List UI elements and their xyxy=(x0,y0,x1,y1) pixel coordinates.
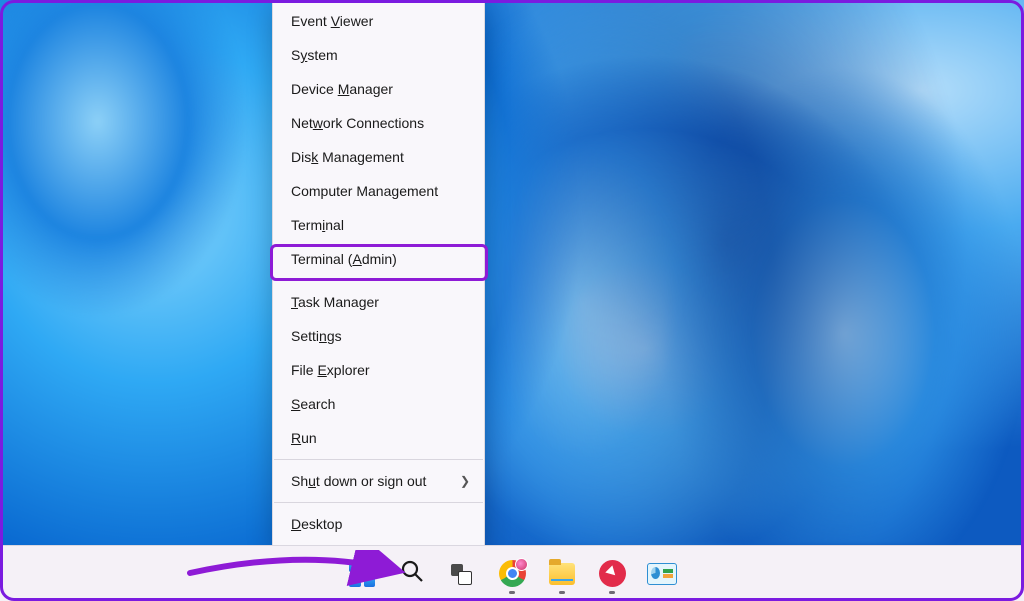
menu-item-label: Run xyxy=(291,430,317,446)
desktop-wallpaper xyxy=(0,0,1024,545)
menu-separator xyxy=(274,459,483,460)
chrome-icon xyxy=(499,560,526,587)
menu-item-label: Disk Management xyxy=(291,149,404,165)
menu-item-device-manager[interactable]: Device Manager xyxy=(273,72,484,106)
menu-item-terminal-admin[interactable]: Terminal (Admin) xyxy=(273,242,484,276)
start-button[interactable] xyxy=(339,551,385,597)
search-icon xyxy=(400,559,424,588)
taskbar xyxy=(0,545,1024,601)
task-view-icon xyxy=(451,563,473,585)
taskbar-app-control-panel[interactable] xyxy=(639,551,685,597)
menu-item-run[interactable]: Run xyxy=(273,421,484,455)
chevron-right-icon: ❯ xyxy=(460,474,470,488)
menu-item-search[interactable]: Search xyxy=(273,387,484,421)
menu-item-task-manager[interactable]: Task Manager xyxy=(273,285,484,319)
menu-item-network-connections[interactable]: Network Connections xyxy=(273,106,484,140)
menu-item-label: File Explorer xyxy=(291,362,370,378)
menu-item-label: Terminal (Admin) xyxy=(291,251,397,267)
menu-item-disk-management[interactable]: Disk Management xyxy=(273,140,484,174)
menu-separator xyxy=(274,280,483,281)
menu-item-label: System xyxy=(291,47,338,63)
menu-item-label: Terminal xyxy=(291,217,344,233)
taskbar-app-chrome[interactable] xyxy=(489,551,535,597)
menu-item-label: Task Manager xyxy=(291,294,379,310)
menu-item-label: Desktop xyxy=(291,516,342,532)
menu-item-system[interactable]: System xyxy=(273,38,484,72)
folder-icon xyxy=(549,563,575,585)
menu-item-shut-down-or-sign-out[interactable]: Shut down or sign out ❯ xyxy=(273,464,484,498)
menu-item-label: Computer Management xyxy=(291,183,438,199)
menu-item-label: Shut down or sign out xyxy=(291,473,426,489)
menu-item-label: Event Viewer xyxy=(291,13,373,29)
control-panel-icon xyxy=(647,563,677,585)
power-user-menu: Event Viewer System Device Manager Network … xyxy=(272,0,485,546)
taskbar-app-file-explorer[interactable] xyxy=(539,551,585,597)
menu-separator xyxy=(274,502,483,503)
menu-item-label: Device Manager xyxy=(291,81,393,97)
menu-item-computer-management[interactable]: Computer Management xyxy=(273,174,484,208)
menu-item-desktop[interactable]: Desktop xyxy=(273,507,484,541)
menu-item-file-explorer[interactable]: File Explorer xyxy=(273,353,484,387)
send-icon xyxy=(599,560,626,587)
windows-logo-icon xyxy=(349,561,375,587)
taskbar-app-media[interactable] xyxy=(589,551,635,597)
menu-item-label: Settings xyxy=(291,328,342,344)
task-view-button[interactable] xyxy=(439,551,485,597)
menu-item-label: Network Connections xyxy=(291,115,424,131)
menu-item-terminal[interactable]: Terminal xyxy=(273,208,484,242)
search-button[interactable] xyxy=(389,551,435,597)
screenshot-frame xyxy=(0,0,1024,601)
menu-item-settings[interactable]: Settings xyxy=(273,319,484,353)
menu-item-label: Search xyxy=(291,396,335,412)
menu-item-event-viewer[interactable]: Event Viewer xyxy=(273,4,484,38)
